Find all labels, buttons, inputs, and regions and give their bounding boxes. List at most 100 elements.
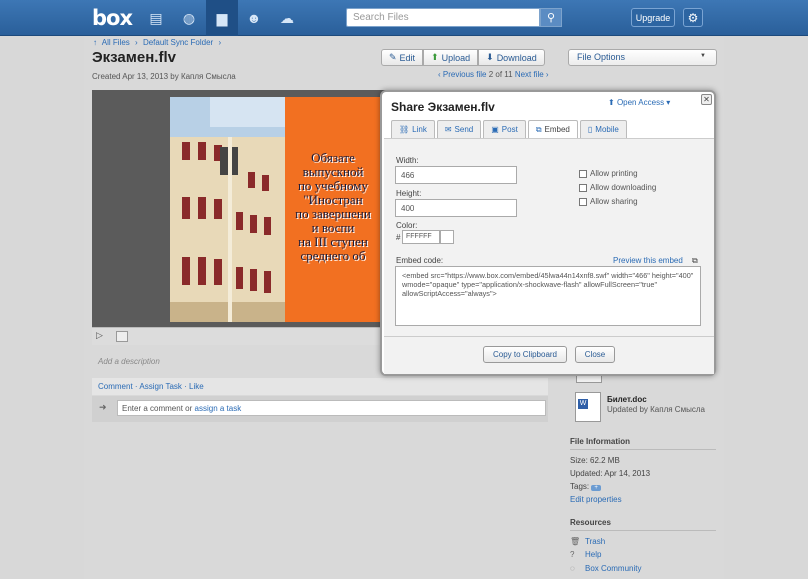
color-input[interactable]: FFFFFF	[402, 230, 440, 244]
external-link-icon[interactable]: ⧉	[692, 256, 698, 266]
close-button[interactable]: Close	[575, 346, 615, 363]
resources-heading: Resources	[570, 518, 611, 527]
video-text-line: "Иностран	[303, 192, 363, 207]
width-input[interactable]: 466	[395, 166, 517, 184]
checkbox-label: Allow downloading	[590, 183, 657, 192]
breadcrumb-all-files[interactable]: All Files	[102, 38, 130, 47]
link-icon: ⛓	[399, 125, 410, 134]
pencil-icon: ✎	[389, 52, 397, 62]
checkbox-label: Allow printing	[590, 169, 638, 178]
allow-printing-checkbox[interactable]: Allow printing	[579, 169, 638, 178]
video-text-line: Обязате	[311, 150, 355, 165]
upgrade-button[interactable]: Upgrade	[631, 8, 675, 27]
checkbox-label: Allow sharing	[590, 197, 638, 206]
embed-code-textarea[interactable]: <embed src="https://www.box.com/embed/45…	[395, 266, 701, 326]
breadcrumb-separator-icon: ›	[218, 38, 222, 47]
comment-input-or: or	[185, 404, 193, 413]
file-pager: ‹ Previous file 2 of 11 Next file ›	[438, 70, 549, 79]
video-text-line: на III ступен	[298, 234, 368, 249]
tab-send[interactable]: ✉ Send	[436, 120, 482, 138]
video-text: Обязате выпускной по учебному "Иностран …	[281, 151, 382, 263]
word-icon: W	[578, 399, 588, 409]
tab-label: Link	[412, 125, 427, 134]
tags-row: Tags: +	[570, 482, 601, 491]
edit-button[interactable]: ✎ Edit	[381, 49, 424, 66]
like-link[interactable]: Like	[189, 382, 204, 391]
open-access-dropdown[interactable]: ⬆ Open Access ▾	[608, 98, 670, 107]
tab-post[interactable]: ▣ Post	[483, 120, 526, 138]
tags-label: Tags:	[570, 482, 590, 491]
video-frame[interactable]: Обязате выпускной по учебному "Иностран …	[170, 97, 382, 322]
edit-properties-link[interactable]: Edit properties	[570, 495, 622, 504]
upload-label: Upload	[441, 52, 471, 63]
preview-embed-link[interactable]: Preview this embed	[613, 256, 683, 265]
tab-link[interactable]: ⛓ Link	[391, 120, 435, 138]
file-position: 2 of 11	[488, 70, 513, 79]
globe-icon[interactable]: ◍	[173, 0, 205, 36]
trash-icon: 🗑	[570, 537, 581, 546]
tab-label: Embed	[544, 125, 570, 134]
copy-to-clipboard-button[interactable]: Copy to Clipboard	[483, 346, 567, 363]
breadcrumb: ↑ All Files › Default Sync Folder ›	[93, 38, 224, 47]
page-title: Экзамен.flv	[92, 49, 176, 66]
up-arrow-icon: ↑	[93, 38, 97, 47]
description-placeholder[interactable]: Add a description	[98, 357, 160, 366]
allow-sharing-checkbox[interactable]: Allow sharing	[579, 197, 638, 206]
comment-input[interactable]: Enter a comment or assign a task	[117, 400, 546, 416]
cloud-icon[interactable]: ☁	[271, 0, 303, 36]
color-hash: #	[396, 233, 401, 242]
folder-icon[interactable]: ▆	[206, 0, 238, 36]
comment-actions: Comment · Assign Task · Like	[92, 378, 548, 395]
help-icon: ?	[570, 550, 575, 559]
upload-button[interactable]: ⬆ Upload	[423, 49, 479, 66]
users-icon[interactable]: ☻	[238, 0, 270, 36]
breadcrumb-separator-icon: ›	[135, 38, 138, 47]
share-tabs: ⛓ Link ✉ Send ▣ Post ⧉ Embed ▯ Mobile	[391, 120, 627, 138]
add-tag-button[interactable]: +	[591, 485, 601, 491]
related-file-name[interactable]: Билет.doc	[607, 395, 647, 404]
next-file-link[interactable]: Next file ›	[515, 70, 549, 79]
comment-link[interactable]: Comment	[98, 382, 133, 391]
box-community-link[interactable]: Box Community	[585, 564, 641, 573]
trash-link[interactable]: Trash	[585, 537, 605, 546]
search-icon[interactable]: ⚲	[540, 8, 562, 27]
assign-task-link[interactable]: Assign Task	[139, 382, 182, 391]
video-text-line: по завершени	[295, 206, 371, 221]
box-logo[interactable]: box	[92, 6, 133, 30]
download-arrow-icon: ⬇	[486, 52, 494, 62]
play-icon[interactable]: ▷	[96, 330, 108, 342]
community-icon: ◌	[570, 564, 575, 573]
height-label: Height:	[396, 189, 422, 198]
building-image	[170, 97, 285, 322]
color-label: Color:	[396, 221, 418, 230]
checkbox-box[interactable]	[579, 183, 587, 192]
tab-mobile[interactable]: ▯ Mobile	[579, 120, 627, 138]
embed-code-label: Embed code:	[396, 256, 444, 265]
edit-label: Edit	[399, 52, 416, 63]
created-info: Created Apr 13, 2013 by Капля Смысла	[92, 72, 236, 81]
search-input[interactable]: Search Files	[346, 8, 540, 27]
tab-embed[interactable]: ⧉ Embed	[527, 120, 578, 138]
gear-icon[interactable]: ⚙	[683, 8, 703, 27]
breadcrumb-default-sync[interactable]: Default Sync Folder	[143, 38, 213, 47]
height-input[interactable]: 400	[395, 199, 517, 217]
help-link[interactable]: Help	[585, 550, 601, 559]
open-access-label: Open Access	[616, 98, 665, 107]
envelope-icon: ✉	[444, 125, 452, 134]
video-text-line: среднего об	[300, 248, 366, 263]
close-icon[interactable]: ✕	[701, 94, 712, 105]
checkbox-box[interactable]	[579, 197, 587, 206]
previous-file-link[interactable]: ‹ Previous file	[438, 70, 486, 79]
comment-input-text: Enter a comment	[122, 404, 183, 413]
scrubber-handle[interactable]	[116, 331, 128, 342]
player-controls	[92, 327, 382, 345]
chevron-down-icon: ▾	[664, 98, 671, 107]
assign-task-inline-link[interactable]: assign a task	[195, 404, 242, 413]
allow-downloading-checkbox[interactable]: Allow downloading	[579, 183, 656, 192]
color-swatch[interactable]	[440, 230, 454, 244]
updates-icon[interactable]: ▤	[140, 0, 172, 36]
download-button[interactable]: ⬇ Download	[478, 49, 545, 66]
checkbox-box[interactable]	[579, 169, 587, 178]
doc-file-icon[interactable]: W	[575, 392, 601, 422]
modal-title: Share Экзамен.flv	[391, 100, 495, 114]
